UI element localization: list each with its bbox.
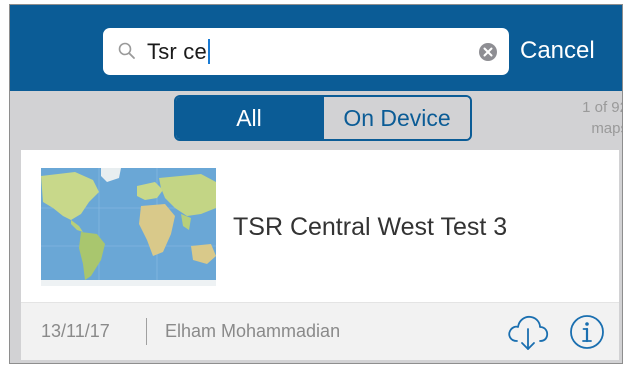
map-date: 13/11/17 [41, 321, 110, 341]
cloud-download-icon[interactable] [505, 309, 551, 353]
search-input[interactable]: Tsr ce [103, 28, 509, 75]
results-count: 1 of 92 maps [558, 97, 622, 139]
results-count-unit: maps [591, 120, 622, 137]
search-header: Tsr ce Cancel [10, 5, 622, 91]
search-icon [118, 42, 135, 59]
results-count-number: 1 of 92 [582, 99, 622, 116]
app-frame: Tsr ce Cancel All On Device 1 of 92 maps [9, 4, 623, 364]
map-author: Elham Mohammadian [165, 321, 341, 341]
search-query-text: Tsr ce [147, 39, 210, 65]
filter-segmented-control: All On Device [174, 95, 472, 141]
filter-on-device-tab[interactable]: On Device [322, 97, 470, 139]
filter-all-tab[interactable]: All [176, 97, 322, 139]
info-icon[interactable] [568, 313, 606, 351]
footer-divider [146, 318, 147, 345]
map-result-card[interactable]: TSR Central West Test 3 13/11/17 Elham M… [21, 150, 619, 360]
cancel-button[interactable]: Cancel [520, 37, 595, 65]
map-title: TSR Central West Test 3 [233, 213, 508, 241]
map-card-footer: 13/11/17 Elham Mohammadian [21, 302, 619, 360]
clear-icon[interactable] [478, 42, 498, 62]
world-map-thumbnail [41, 168, 216, 286]
text-caret [207, 39, 210, 64]
